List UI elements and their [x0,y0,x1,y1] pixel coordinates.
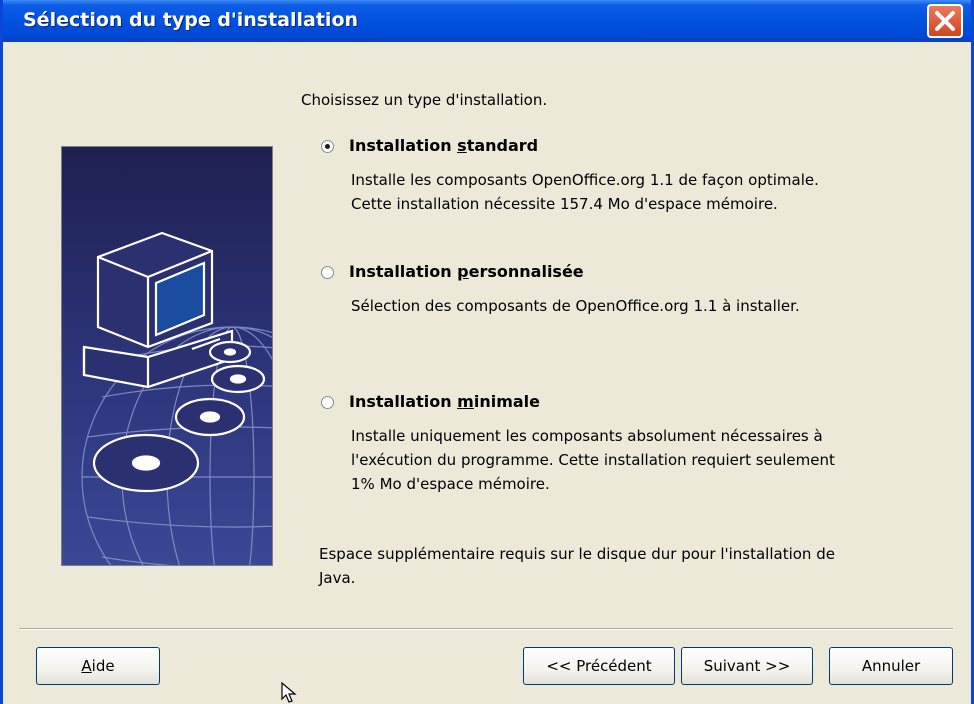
label-minimal[interactable]: Installation minimale [349,392,540,411]
radio-standard[interactable] [321,140,334,153]
installer-illustration [61,146,273,566]
cancel-button[interactable]: Annuler [829,647,953,685]
java-space-note: Espace supplémentaire requis sur le disq… [319,545,835,587]
help-button[interactable]: Aide [36,647,160,685]
window-title: Sélection du type d'installation [23,9,359,31]
description-custom: Sélection des composants de OpenOffice.o… [351,297,800,315]
installer-dialog: Sélection du type d'installation Choisis… [0,0,974,704]
computer-discs-illustration [62,147,272,565]
description-minimal: Installe uniquement les composants absol… [351,427,835,493]
description-standard: Installe les composants OpenOffice.org 1… [351,171,819,213]
mouse-cursor-icon [281,682,297,703]
close-button[interactable] [927,4,963,38]
back-button[interactable]: << Précédent [523,647,675,685]
title-bar[interactable]: Sélection du type d'installation [3,0,971,42]
label-custom[interactable]: Installation personnalisée [349,262,584,281]
instruction-text: Choisissez un type d'installation. [301,91,548,109]
next-button[interactable]: Suivant >> [681,647,813,685]
close-icon [935,11,955,31]
footer-separator [19,628,953,630]
radio-minimal[interactable] [321,396,334,409]
label-standard[interactable]: Installation standard [349,136,538,155]
radio-custom[interactable] [321,266,334,279]
